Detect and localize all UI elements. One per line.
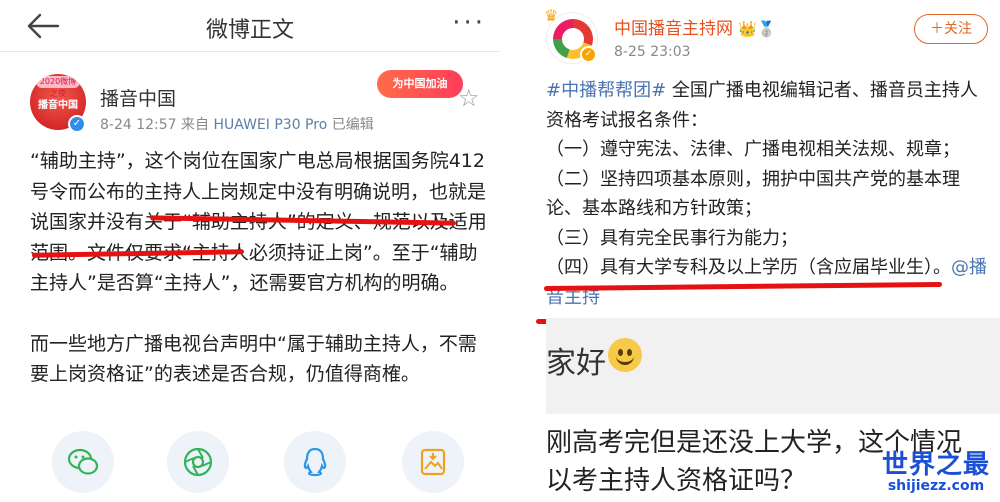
qq-icon [303,447,327,477]
author-badges: 👑🥈 [738,20,776,38]
smile-emoji-icon [608,338,642,372]
watermark-url: shijiezz.com [887,478,985,494]
verified-badge-icon: ✓ [68,115,86,133]
condition-item: （一）遵守宪法、法律、广播电视相关法规、规章； [546,139,960,160]
avatar-logo-text: 播音中国 [38,100,78,111]
avatar-frame-badge: 2020微博之夜 [36,76,80,98]
condition-item: （二）坚持四项基本原则，拥护中国共产党的基本理论、基本路线和方针政策； [546,168,960,220]
share-bar [0,425,500,495]
condition-item: （三）具有完全民事行为能力； [546,227,798,249]
wechat-share-button[interactable] [52,431,114,493]
moments-share-button[interactable] [167,431,229,493]
edited-label: 已编辑 [331,117,374,133]
save-image-button[interactable] [402,431,464,493]
hashtag-link[interactable]: #中播帮帮团# [546,80,666,101]
crown-icon: ♛ [544,6,559,25]
watermark-title: 世界之最 [881,450,990,480]
panel-divider [500,0,530,502]
author-name[interactable]: 播音中国 [100,84,176,111]
post-body: “辅助主持”，这个岗位在国家广电总局根据国务院412号令而公布的主持人上岗规定中… [30,146,492,390]
site-watermark: 世界之最 shijiezz.com [874,444,998,500]
follow-button[interactable]: ＋关注 [914,14,988,44]
comment-text: 家好 [546,346,606,381]
author-name-text: 中国播音主持网 [614,19,733,39]
post-meta: 8-24 12:57 来自 HUAWEI P30 Pro 已编辑 [100,114,374,134]
quoted-comment-card[interactable]: 家好 [546,318,1000,414]
post-time: 8-25 23:03 [614,44,691,60]
page-title: 微博正文 [205,18,294,43]
wechat-icon [67,448,99,475]
event-badge[interactable]: 为中国加油 [377,70,463,98]
weibo-post-panel: ♛ ✓ 中国播音主持网 👑🥈 8-25 23:03 ＋关注 #中播帮帮团# 全国… [530,0,1000,502]
from-label: 来自 [181,117,210,133]
condition-item: （四）具有大学专科及以上学历（含应届毕业生）。 [546,257,951,278]
post-paragraph: 而一些地方广播电视台声明中“属于辅助主持人，不需要上岗资格证”的表述是否合规，仍… [30,332,477,386]
verified-badge-icon: ✓ [580,46,597,63]
top-bar: 微博正文 ··· [0,0,500,52]
save-image-icon [420,448,446,476]
post-body: #中播帮帮团# 全国广播电视编辑记者、播音员主持人资格考试报名条件： （一）遵守… [546,76,992,312]
favorite-star-icon[interactable]: ☆ [458,84,480,112]
device-name[interactable]: HUAWEI P30 Pro [213,117,327,133]
qq-share-button[interactable] [284,431,346,493]
weibo-post-detail-panel: 微博正文 ··· 2020微博之夜 播音中国 ✓ 播音中国 8-24 12:57… [0,0,500,502]
post-intro: #中播帮帮团# 全国广播电视编辑记者、播音员主持人资格考试报名条件： [546,76,992,135]
post-date: 8-24 12:57 [100,117,177,133]
author-name[interactable]: 中国播音主持网 👑🥈 [614,14,776,39]
moments-icon [183,447,213,477]
more-options-icon[interactable]: ··· [452,8,486,38]
